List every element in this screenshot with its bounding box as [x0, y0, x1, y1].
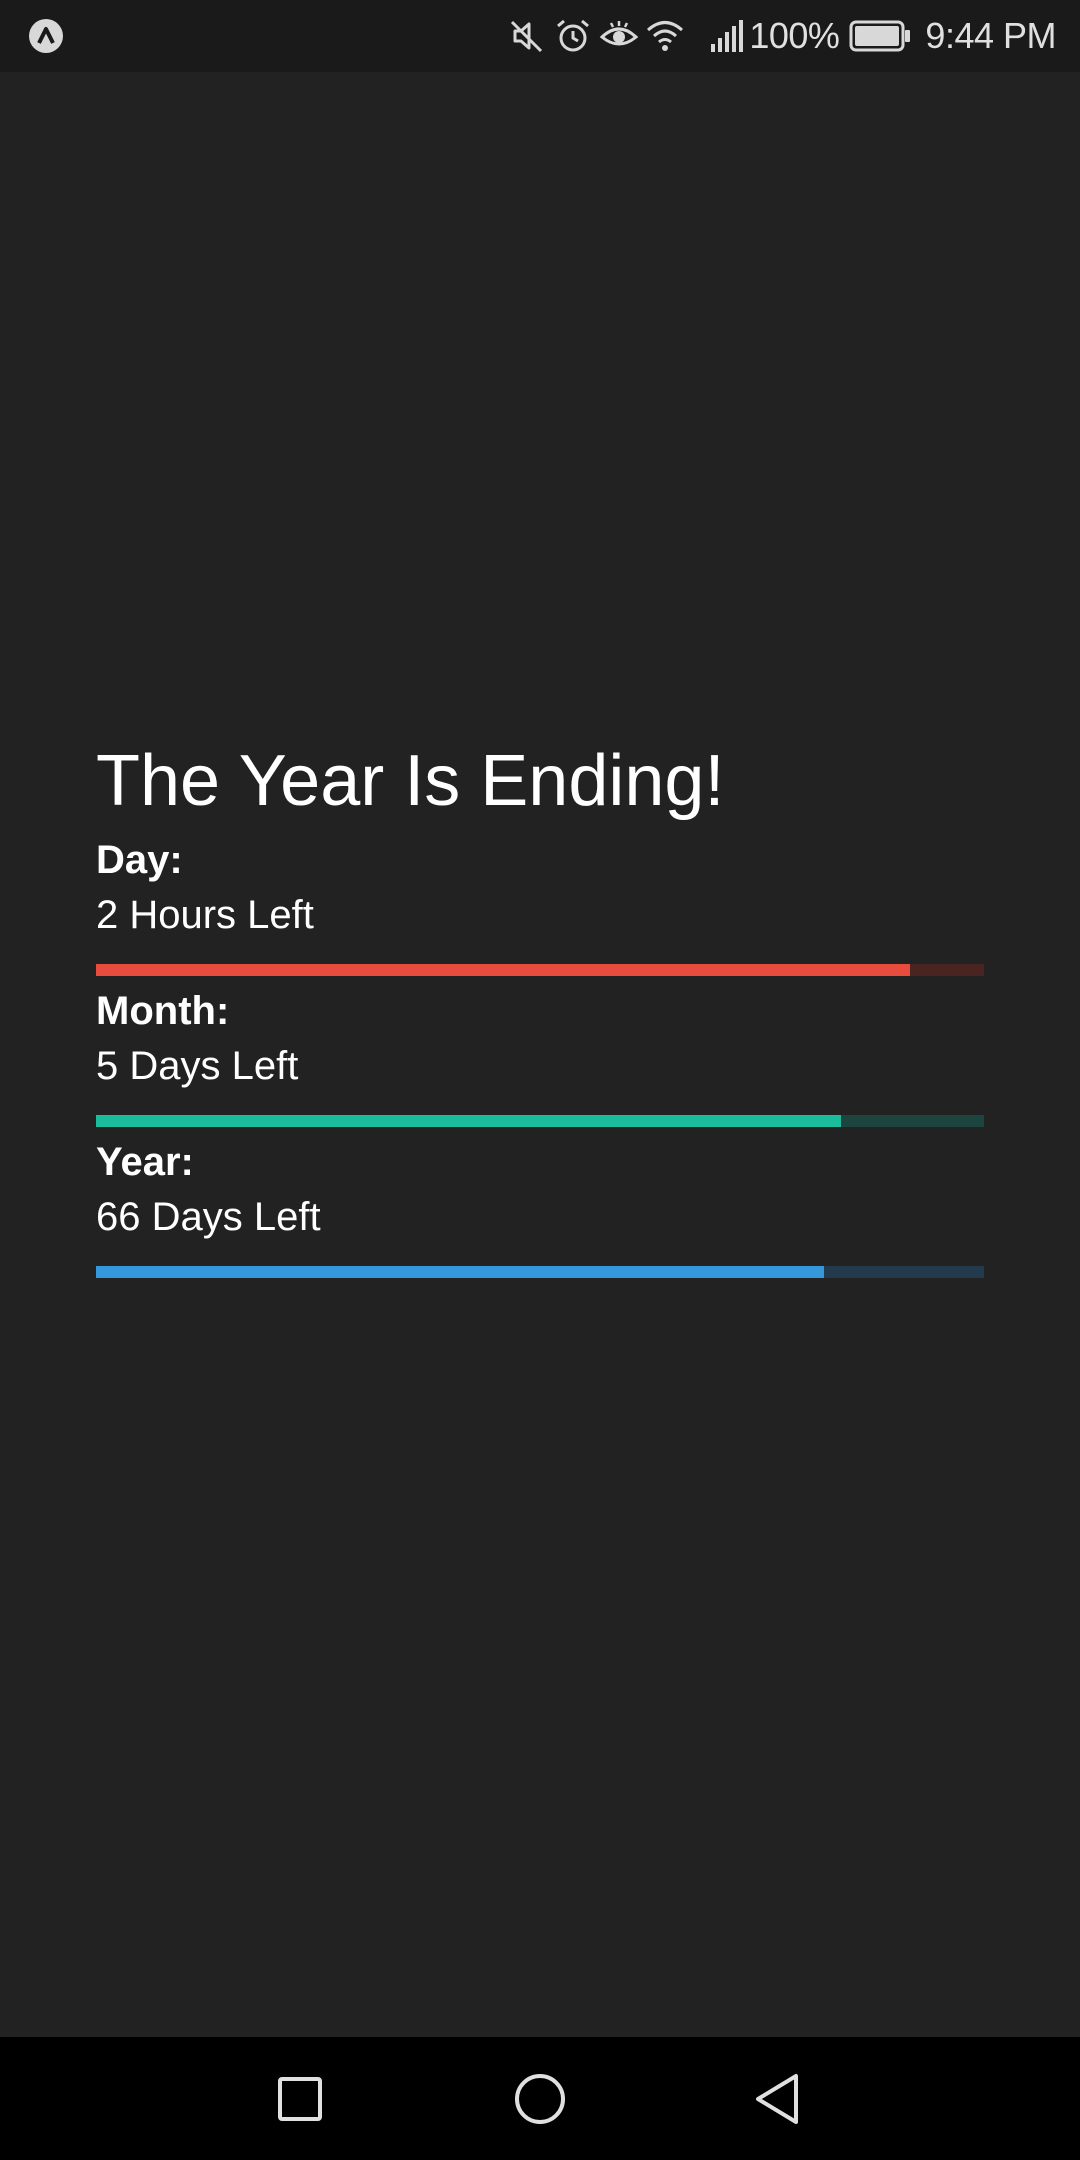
day-progress-bar	[96, 964, 984, 976]
recents-button[interactable]	[268, 2067, 332, 2131]
alarm-icon	[557, 19, 590, 52]
screen: 100% 9:44 PM The Year Is Ending! Day: 2 …	[0, 0, 1080, 2160]
battery-percentage: 100%	[749, 15, 840, 56]
main-content: The Year Is Ending! Day: 2 Hours Left Mo…	[96, 735, 984, 1286]
day-label: Day:	[96, 838, 183, 882]
status-bar: 100% 9:44 PM	[0, 0, 1080, 72]
year-progress-bar	[96, 1266, 984, 1278]
year-label: Year:	[96, 1140, 194, 1184]
year-progress-fill	[96, 1266, 825, 1278]
month-progress-fill	[96, 1115, 842, 1127]
page-title: The Year Is Ending!	[96, 741, 725, 821]
month-label: Month:	[96, 989, 230, 1033]
year-progress-section: Year: 66 Days Left	[96, 1135, 984, 1278]
year-remaining-text: 66 Days Left	[96, 1195, 321, 1239]
eye-comfort-icon	[600, 21, 639, 46]
day-progress-section: Day: 2 Hours Left	[96, 833, 984, 976]
battery-icon	[849, 20, 911, 52]
home-button[interactable]	[508, 2067, 572, 2131]
day-remaining-text: 2 Hours Left	[96, 893, 314, 937]
month-progress-bar	[96, 1115, 984, 1127]
wifi-icon	[647, 21, 684, 51]
month-remaining-text: 5 Days Left	[96, 1044, 299, 1088]
back-button[interactable]	[748, 2067, 812, 2131]
app-notification-icon	[29, 19, 63, 53]
day-progress-fill	[96, 964, 911, 976]
status-icons: 100% 9:44 PM	[507, 0, 1056, 72]
mute-icon	[511, 20, 543, 53]
navigation-bar	[0, 2037, 1080, 2160]
clock: 9:44 PM	[925, 15, 1056, 56]
signal-icon	[711, 20, 744, 52]
month-progress-section: Month: 5 Days Left	[96, 984, 984, 1127]
